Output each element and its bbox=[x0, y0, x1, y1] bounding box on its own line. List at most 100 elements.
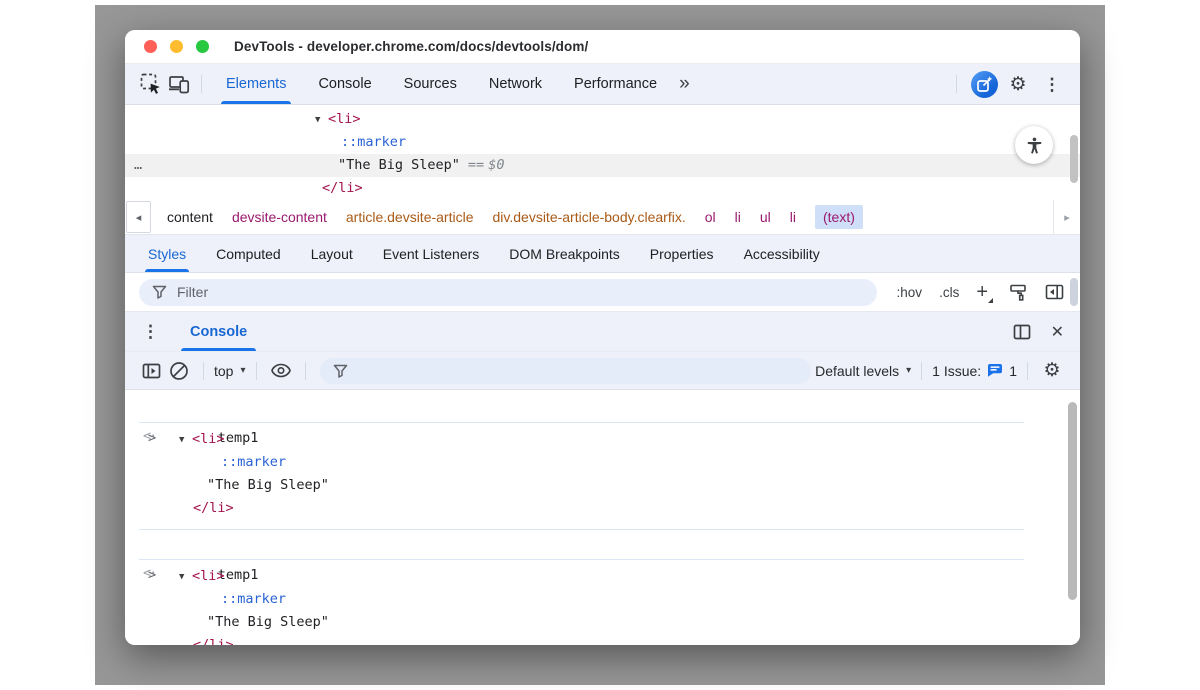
expander-triangle-icon[interactable]: ▼ bbox=[179, 566, 192, 589]
tab-layout[interactable]: Layout bbox=[306, 235, 358, 272]
styles-filter-input[interactable] bbox=[177, 284, 864, 300]
breadcrumb-item-li[interactable]: li bbox=[735, 209, 741, 225]
maximize-window-button[interactable] bbox=[196, 40, 209, 53]
console-filter-field[interactable] bbox=[320, 358, 812, 384]
issues-counter[interactable]: 1 Issue: 1 bbox=[932, 363, 1017, 379]
result-node-text[interactable]: "The Big Sleep" bbox=[139, 474, 1024, 497]
ai-assistance-button[interactable] bbox=[971, 71, 998, 98]
result-node-li-close[interactable]: </li> bbox=[139, 634, 1024, 645]
drawer-header-right: ✕ bbox=[1013, 322, 1064, 342]
result-node-li-open[interactable]: ▼<li> bbox=[139, 428, 1024, 451]
issue-label: 1 Issue: bbox=[932, 363, 981, 379]
close-drawer-icon[interactable]: ✕ bbox=[1051, 322, 1064, 342]
result-node-marker[interactable]: ::marker bbox=[139, 451, 1024, 474]
tab-computed[interactable]: Computed bbox=[211, 235, 286, 272]
expander-triangle-icon[interactable]: ▼ bbox=[179, 429, 192, 452]
ai-assistance-icon bbox=[974, 74, 995, 95]
live-expression-button[interactable] bbox=[267, 357, 295, 385]
breadcrumb-item-text-selected[interactable]: (text) bbox=[815, 205, 863, 229]
result-node-li-close[interactable]: </li> bbox=[139, 497, 1024, 520]
elements-tree-pane: ▼<li> ::marker …"The Big Sleep"==$0 </li… bbox=[125, 105, 1080, 200]
dropdown-arrow-icon: ▾ bbox=[906, 365, 911, 376]
console-input-message[interactable]: >temp1 bbox=[139, 393, 1024, 423]
node-overflow-dots-icon[interactable]: … bbox=[134, 154, 143, 177]
tab-dom-breakpoints[interactable]: DOM Breakpoints bbox=[504, 235, 624, 272]
split-panel-icon[interactable] bbox=[1013, 324, 1031, 340]
inspect-element-button[interactable] bbox=[137, 70, 165, 98]
rendering-emulation-button[interactable] bbox=[1009, 284, 1028, 301]
toggle-element-state-button[interactable]: :hov bbox=[897, 285, 923, 300]
chevron-right-icon: ▸ bbox=[1064, 211, 1070, 224]
toolbar-separator bbox=[201, 75, 202, 93]
expander-triangle-icon[interactable]: ▼ bbox=[315, 109, 328, 132]
dom-node-li-open[interactable]: ▼<li> bbox=[125, 108, 1080, 131]
dom-node-li-close[interactable]: </li> bbox=[125, 177, 1080, 200]
main-toolbar-right: ⚙ ⋮ bbox=[948, 70, 1066, 98]
breadcrumb-item-div-body[interactable]: div.devsite-article-body.clearfix. bbox=[493, 209, 686, 225]
breadcrumb-back-button[interactable]: ◂ bbox=[126, 201, 151, 233]
dom-node-marker-pseudo[interactable]: ::marker bbox=[125, 131, 1080, 154]
returned-value-arrow-icon: <· bbox=[143, 428, 155, 444]
breadcrumb-forward-button[interactable]: ▸ bbox=[1053, 200, 1080, 234]
gear-icon: ⚙ bbox=[1009, 75, 1026, 94]
minimize-window-button[interactable] bbox=[170, 40, 183, 53]
drawer-menu-icon[interactable]: ⋮ bbox=[142, 323, 159, 340]
tab-performance[interactable]: Performance bbox=[567, 64, 664, 104]
result-node-marker[interactable]: ::marker bbox=[139, 588, 1024, 611]
close-window-button[interactable] bbox=[144, 40, 157, 53]
dollar-zero-ref: $0 bbox=[488, 157, 504, 173]
tab-console[interactable]: Console bbox=[311, 64, 378, 104]
log-levels-selector[interactable]: Default levels ▾ bbox=[815, 363, 911, 379]
issue-count: 1 bbox=[1009, 363, 1017, 379]
console-input-message[interactable]: >temp1 bbox=[139, 530, 1024, 560]
result-node-text[interactable]: "The Big Sleep" bbox=[139, 611, 1024, 634]
returned-value-arrow-icon: <· bbox=[143, 565, 155, 581]
result-node-li-open[interactable]: ▼<li> bbox=[139, 565, 1024, 588]
breadcrumb: ◂ content devsite-content article.devsit… bbox=[125, 200, 1080, 235]
dropdown-arrow-icon: ▾ bbox=[240, 365, 245, 376]
clear-console-button[interactable] bbox=[165, 357, 193, 385]
drawer-tab-console[interactable]: Console bbox=[181, 312, 256, 351]
javascript-context-selector[interactable]: top ▾ bbox=[214, 363, 246, 379]
console-sidebar-toggle-button[interactable] bbox=[137, 357, 165, 385]
funnel-icon bbox=[152, 285, 167, 299]
chevron-left-icon: ◂ bbox=[136, 211, 142, 224]
settings-button[interactable]: ⚙ bbox=[1004, 70, 1032, 98]
dom-node-text-selected[interactable]: …"The Big Sleep"==$0 bbox=[125, 154, 1080, 177]
breadcrumb-item-ul[interactable]: ul bbox=[760, 209, 771, 225]
levels-label: Default levels bbox=[815, 363, 899, 379]
tab-accessibility[interactable]: Accessibility bbox=[739, 235, 825, 272]
console-result-message[interactable]: <· ▼<li> ::marker "The Big Sleep" </li> bbox=[139, 423, 1024, 530]
console-toolbar: top ▾ Default levels ▾ 1 Issue: bbox=[125, 352, 1080, 390]
toolbar-separator bbox=[956, 75, 957, 93]
tab-styles[interactable]: Styles bbox=[143, 235, 191, 272]
tag-open: <li> bbox=[192, 431, 225, 447]
breadcrumb-item-devsite-content[interactable]: devsite-content bbox=[232, 209, 327, 225]
console-filter-input[interactable] bbox=[348, 363, 799, 378]
breadcrumb-item-article[interactable]: article.devsite-article bbox=[346, 209, 474, 225]
device-toolbar-button[interactable] bbox=[165, 70, 193, 98]
styles-filter-bar: :hov .cls + bbox=[125, 273, 1080, 312]
more-tabs-icon[interactable]: » bbox=[679, 73, 690, 95]
new-style-rule-button[interactable]: + bbox=[976, 281, 992, 304]
computed-styles-sidebar-toggle-button[interactable] bbox=[1045, 284, 1064, 300]
element-classes-button[interactable]: .cls bbox=[939, 285, 959, 300]
tab-network[interactable]: Network bbox=[482, 64, 549, 104]
breadcrumb-item-li2[interactable]: li bbox=[790, 209, 796, 225]
styles-filter-field[interactable] bbox=[139, 279, 877, 306]
devtools-menu-button[interactable]: ⋮ bbox=[1038, 70, 1066, 98]
tab-properties[interactable]: Properties bbox=[645, 235, 719, 272]
tab-event-listeners[interactable]: Event Listeners bbox=[378, 235, 485, 272]
accessibility-fab-button[interactable] bbox=[1015, 126, 1053, 164]
console-scrollbar-thumb[interactable] bbox=[1068, 402, 1077, 600]
toolbar-separator bbox=[203, 362, 204, 380]
breadcrumb-item-content[interactable]: content bbox=[167, 209, 213, 225]
elements-scrollbar-thumb[interactable] bbox=[1070, 135, 1078, 183]
styles-scrollbar-thumb[interactable] bbox=[1070, 278, 1078, 306]
tab-sources[interactable]: Sources bbox=[397, 64, 464, 104]
console-result-message[interactable]: <· ▼<li> ::marker "The Big Sleep" </li> bbox=[139, 560, 1024, 645]
tab-elements[interactable]: Elements bbox=[219, 64, 293, 104]
devtools-window: DevTools - developer.chrome.com/docs/dev… bbox=[125, 30, 1080, 645]
console-settings-button[interactable]: ⚙ bbox=[1038, 357, 1066, 385]
breadcrumb-item-ol[interactable]: ol bbox=[705, 209, 716, 225]
